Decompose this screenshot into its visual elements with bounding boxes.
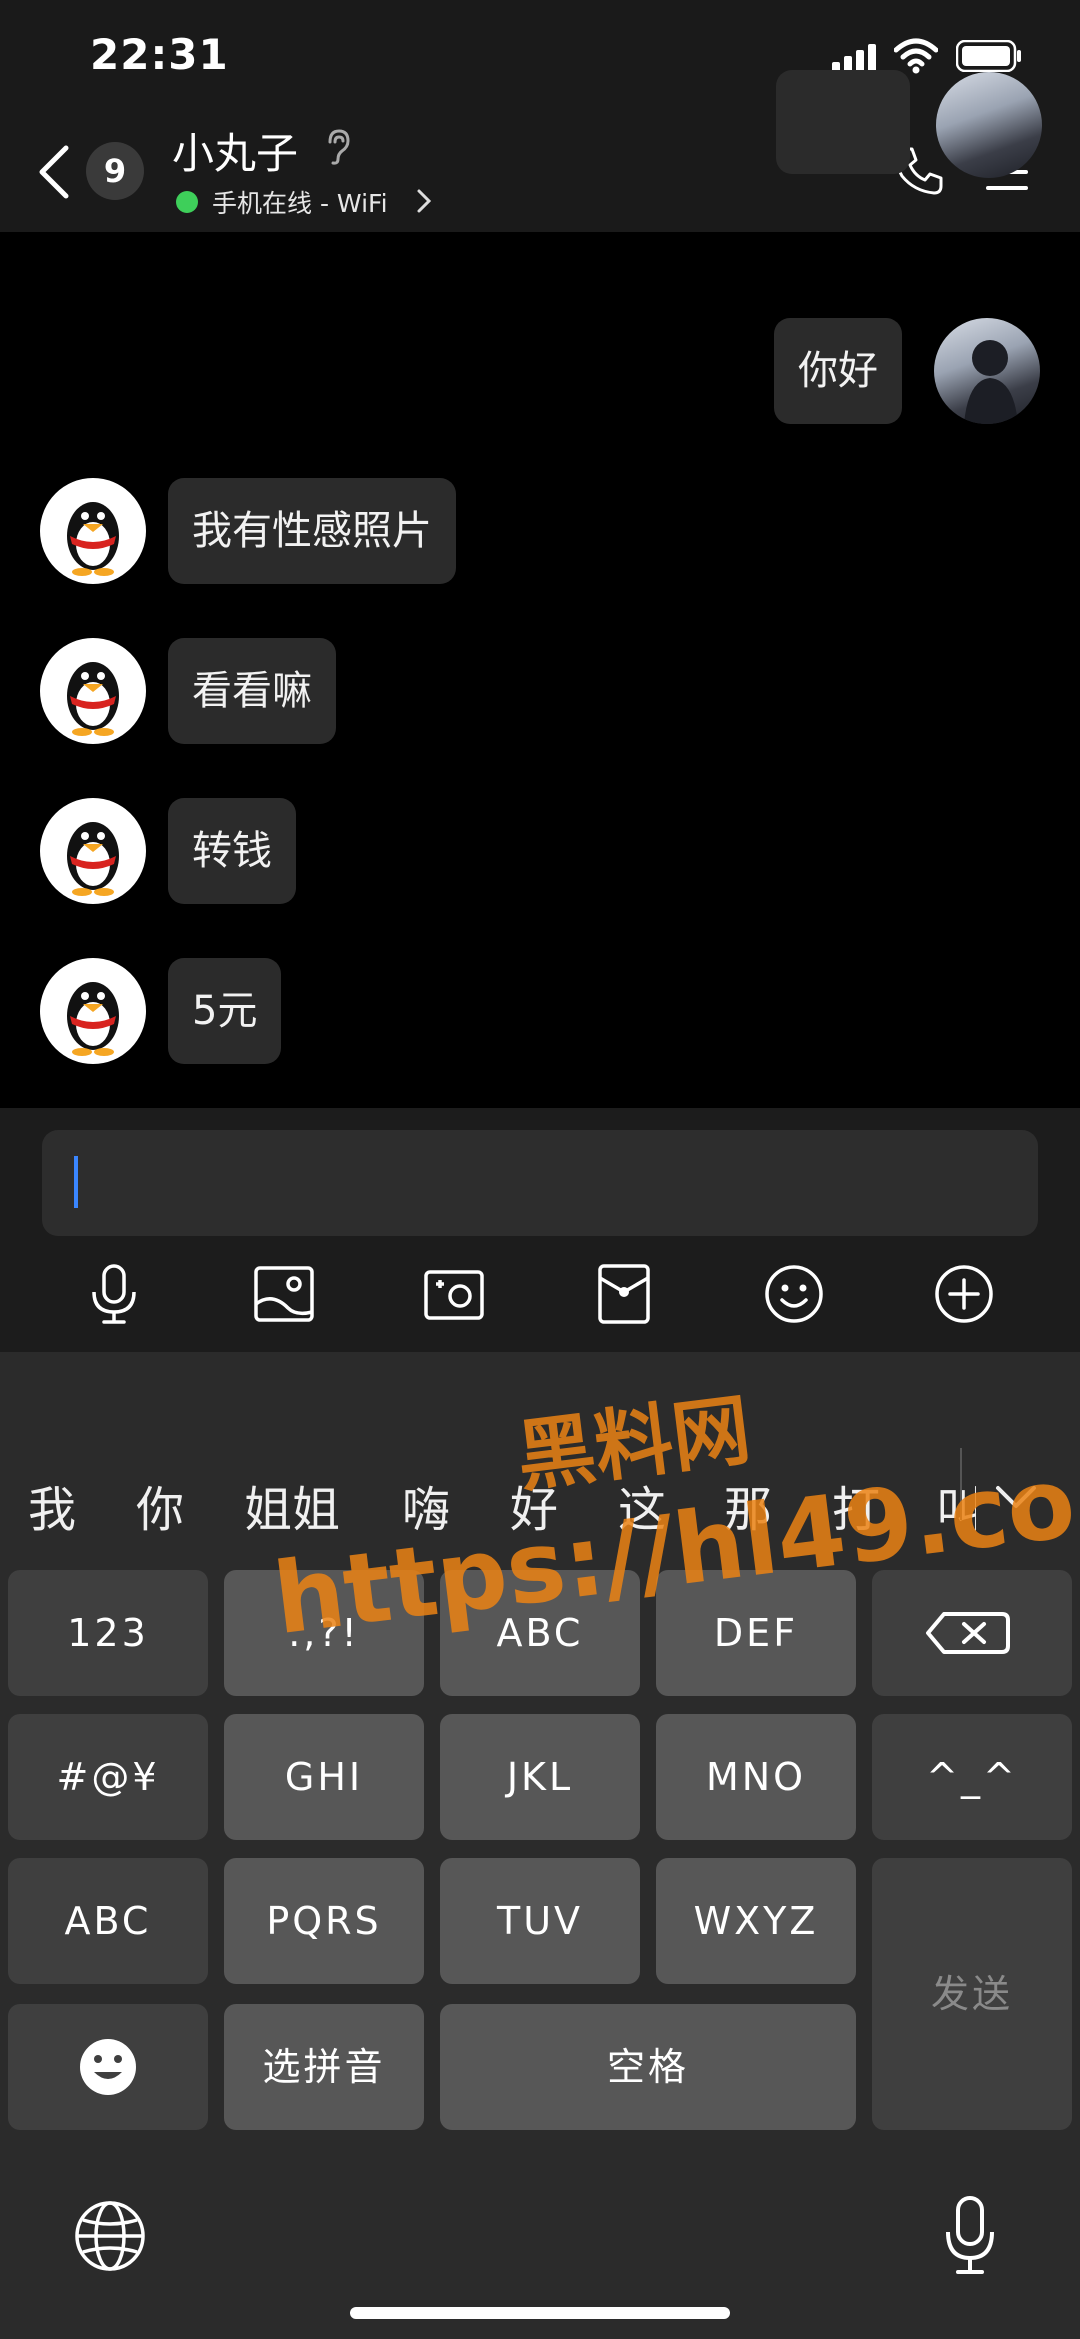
message-bubble-received: 我有性感照片 <box>168 478 456 584</box>
image-icon[interactable] <box>252 1262 316 1326</box>
contact-name[interactable]: 小丸子 <box>172 120 298 181</box>
emoji-icon[interactable] <box>762 1262 826 1326</box>
text-cursor <box>74 1156 78 1208</box>
penguin-avatar-icon <box>67 822 119 896</box>
online-indicator <box>176 191 198 213</box>
key-symbols[interactable]: #@¥ <box>8 1714 208 1840</box>
message-bubble-partial <box>776 70 910 174</box>
backspace-key[interactable] <box>872 1570 1072 1696</box>
message-input[interactable] <box>42 1130 1038 1236</box>
key-select-pinyin[interactable]: 选拼音 <box>224 2004 424 2130</box>
penguin-avatar-icon <box>67 982 119 1056</box>
plus-icon[interactable] <box>932 1262 996 1326</box>
contact-avatar[interactable] <box>40 478 146 584</box>
home-indicator <box>350 2307 730 2319</box>
key-123[interactable]: 123 <box>8 1570 208 1696</box>
my-avatar-partial[interactable] <box>936 72 1042 178</box>
key-jkl[interactable]: JKL <box>440 1714 640 1840</box>
online-status[interactable]: 手机在线 - WiFi <box>212 184 388 220</box>
backspace-icon <box>926 1612 1010 1654</box>
send-key[interactable]: 发送 <box>872 1858 1072 2130</box>
key-abc-mode[interactable]: ABC <box>8 1858 208 1984</box>
message-bubble-received: 5元 <box>168 958 282 1064</box>
candidate-word[interactable]: 我 <box>28 1470 76 1540</box>
contact-avatar[interactable] <box>40 638 146 744</box>
key-wxyz[interactable]: WXYZ <box>656 1858 856 1984</box>
key-ghi[interactable]: GHI <box>224 1714 424 1840</box>
contact-avatar[interactable] <box>40 958 146 1064</box>
key-pqrs[interactable]: PQRS <box>224 1858 424 1984</box>
key-tuv[interactable]: TUV <box>440 1858 640 1984</box>
wifi-icon <box>894 38 938 74</box>
microphone-icon[interactable] <box>940 2194 1000 2278</box>
candidate-word[interactable]: 你 <box>136 1470 184 1540</box>
chevron-right-icon <box>417 189 432 213</box>
key-kaomoji[interactable]: ^_^ <box>872 1714 1072 1840</box>
red-envelope-icon[interactable] <box>592 1262 656 1326</box>
emoji-key[interactable] <box>8 2004 208 2130</box>
camera-icon[interactable] <box>422 1262 486 1326</box>
message-bubble-received: 看看嘛 <box>168 638 336 744</box>
penguin-avatar-icon <box>67 502 119 576</box>
space-key[interactable]: 空格 <box>440 2004 856 2130</box>
battery-icon <box>956 40 1021 72</box>
emoji-icon <box>80 2039 136 2095</box>
penguin-avatar-icon <box>67 662 119 736</box>
status-time: 22:31 <box>90 30 229 79</box>
key-mno[interactable]: MNO <box>656 1714 856 1840</box>
microphone-icon[interactable] <box>82 1262 146 1326</box>
my-avatar[interactable] <box>934 318 1040 424</box>
candidate-word[interactable]: 姐姐 <box>244 1470 340 1540</box>
message-bubble-sent: 你好 <box>774 318 902 424</box>
message-bubble-received: 转钱 <box>168 798 296 904</box>
ear-icon <box>328 129 350 165</box>
contact-avatar[interactable] <box>40 798 146 904</box>
chevron-left-icon[interactable] <box>34 144 74 200</box>
person-silhouette-icon <box>964 340 1018 424</box>
globe-icon[interactable] <box>72 2198 148 2274</box>
unread-count-badge[interactable]: 9 <box>86 142 144 200</box>
